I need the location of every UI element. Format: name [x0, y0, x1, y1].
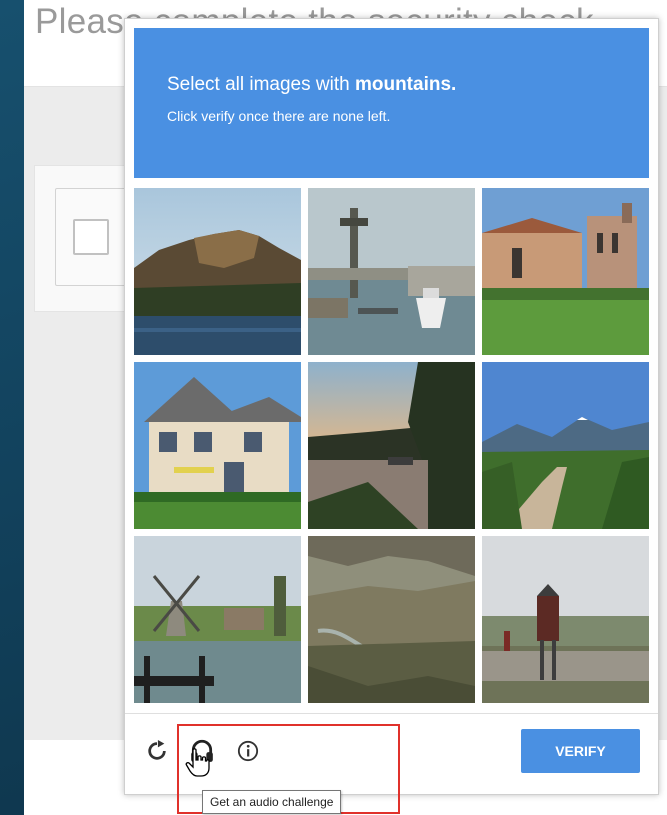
recaptcha-checkbox[interactable]: [73, 219, 109, 255]
image-tile-7[interactable]: [134, 536, 301, 703]
windmill-image: [134, 536, 301, 703]
image-tile-5[interactable]: [308, 362, 475, 529]
image-tile-4[interactable]: [134, 362, 301, 529]
sunset-river-image: [308, 362, 475, 529]
audio-challenge-tooltip: Get an audio challenge: [202, 790, 342, 814]
image-grid: [134, 188, 649, 703]
harbor-image: [308, 188, 475, 355]
mountain-road-image: [482, 362, 649, 529]
image-tile-8[interactable]: [308, 536, 475, 703]
challenge-subtitle: Click verify once there are none left.: [167, 108, 391, 124]
image-tile-9[interactable]: [482, 536, 649, 703]
verify-button[interactable]: VERIFY: [521, 729, 640, 773]
image-tile-2[interactable]: [308, 188, 475, 355]
image-tile-3[interactable]: [482, 188, 649, 355]
instruction-prefix: Select all images with: [167, 74, 355, 95]
image-tile-6[interactable]: [482, 362, 649, 529]
instruction-keyword: mountains.: [354, 74, 457, 95]
signpost-image: [482, 536, 649, 703]
church-image: [482, 188, 649, 355]
challenge-instructions: Select all images with mountains.: [167, 74, 456, 96]
reload-icon[interactable]: [142, 736, 172, 766]
mountain-lake-image: [134, 188, 301, 355]
image-challenge-dialog: Select all images with mountains. Click …: [124, 18, 659, 795]
image-tile-1[interactable]: [134, 188, 301, 355]
mountain-valley-image: [308, 536, 475, 703]
house-image: [134, 362, 301, 529]
hand-cursor-icon: [185, 748, 211, 783]
challenge-header: Select all images with mountains. Click …: [134, 28, 649, 178]
